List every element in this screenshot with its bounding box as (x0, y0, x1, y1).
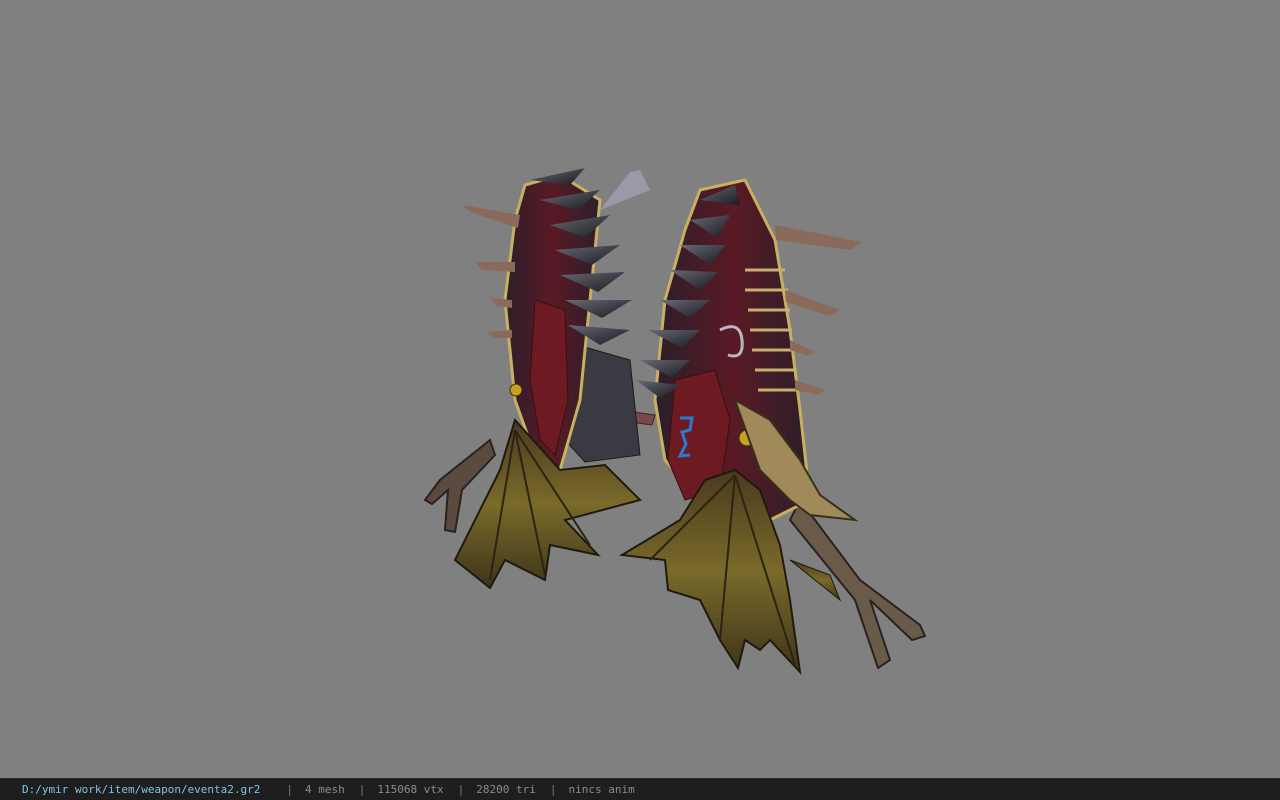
separator: | (549, 783, 557, 796)
triangle-count: 28200 tri (476, 783, 536, 796)
mesh-count: 4 mesh (305, 783, 345, 796)
animation-status: nincs anim (568, 783, 635, 796)
3d-viewport[interactable] (0, 0, 1280, 778)
vertex-count: 115068 vtx (377, 783, 444, 796)
file-path: D:/ymir work/item/weapon/eventa2.gr2 (22, 783, 261, 796)
weapon-model[interactable] (0, 0, 1280, 778)
separator: | (457, 783, 465, 796)
status-bar: D:/ymir work/item/weapon/eventa2.gr2 | 4… (0, 778, 1280, 800)
separator: | (358, 783, 366, 796)
separator: | (286, 783, 294, 796)
right-blade (618, 178, 862, 675)
handle-branch-right (788, 498, 927, 670)
